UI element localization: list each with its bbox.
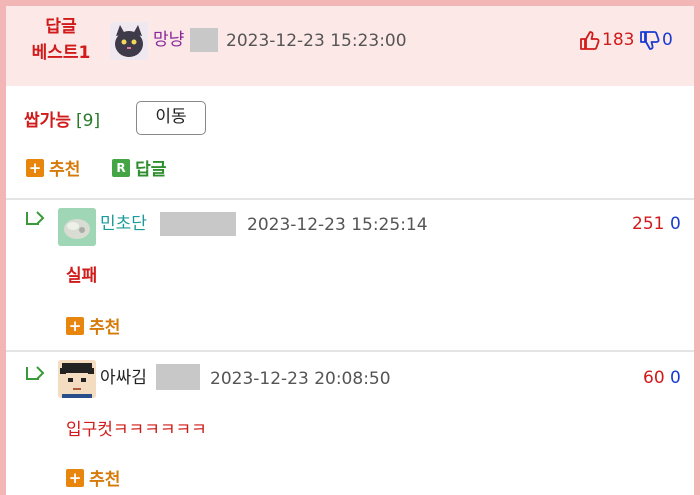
best-reply-label: 답글 베스트1	[24, 14, 98, 66]
post-recommend-button[interactable]: + 추천	[26, 155, 80, 180]
best-label-line2: 베스트1	[31, 43, 91, 63]
thumbs-down-icon	[640, 31, 660, 50]
reply-2-recommend-label: 추천	[89, 470, 121, 490]
reply-1-down-count: 0	[670, 214, 681, 234]
best-nickname[interactable]: 망냥	[153, 28, 184, 52]
reply-2-up-count: 60	[643, 368, 665, 388]
nickname-mask	[156, 364, 200, 390]
reply-2-recommend-button[interactable]: + 추천	[66, 465, 120, 490]
dust-avatar-icon	[58, 208, 96, 246]
plus-icon: +	[26, 158, 44, 177]
reply-2-datetime: 2023-12-23 20:08:50	[210, 369, 391, 389]
reply-arrow-icon	[24, 210, 46, 237]
post-reply-label: 답글	[135, 160, 167, 180]
pixel-face-avatar-icon	[58, 360, 96, 398]
reply-2-nickname[interactable]: 아싸김	[100, 366, 147, 390]
reply-1-datetime: 2023-12-23 15:25:14	[247, 215, 428, 235]
reply-1-text: 실패	[66, 266, 98, 286]
nickname-mask	[190, 28, 218, 52]
cat-avatar-icon	[110, 22, 148, 60]
best-downvote-button[interactable]	[638, 30, 660, 52]
avatar-cat[interactable]	[110, 22, 148, 60]
best-up-count: 183	[602, 30, 635, 50]
best-datetime: 2023-12-23 15:23:00	[226, 31, 407, 51]
best-label-line1: 답글	[45, 17, 77, 37]
reply-2-text: 입구컷ㅋㅋㅋㅋㅋㅋ	[66, 420, 207, 440]
reply-1-recommend-button[interactable]: + 추천	[66, 313, 120, 338]
post-reply-count: [9]	[76, 111, 101, 131]
reply-1-recommend-label: 추천	[89, 318, 121, 338]
post-title-row: 쌉가능 [9]	[24, 106, 100, 131]
post-reply-button[interactable]: R 답글	[112, 155, 166, 180]
best-down-count: 0	[662, 30, 673, 50]
reply-2-down-count: 0	[670, 368, 681, 388]
divider	[6, 350, 694, 352]
plus-icon: +	[66, 316, 84, 335]
plus-icon: +	[66, 468, 84, 487]
avatar-reply-1[interactable]	[58, 208, 96, 246]
best-upvote-button[interactable]	[578, 29, 600, 51]
divider	[6, 198, 694, 200]
post-recommend-label: 추천	[49, 160, 81, 180]
reply-1-up-count: 251	[632, 214, 665, 234]
reply-r-icon: R	[112, 158, 130, 177]
thumbs-up-icon	[580, 31, 600, 50]
post-title: 쌉가능	[24, 111, 71, 131]
avatar-reply-2[interactable]	[58, 360, 96, 398]
reply-arrow-icon	[24, 365, 46, 392]
reply-1-nickname[interactable]: 민초단	[100, 212, 147, 236]
nickname-mask	[160, 212, 236, 236]
move-button[interactable]: 이동	[136, 101, 206, 135]
